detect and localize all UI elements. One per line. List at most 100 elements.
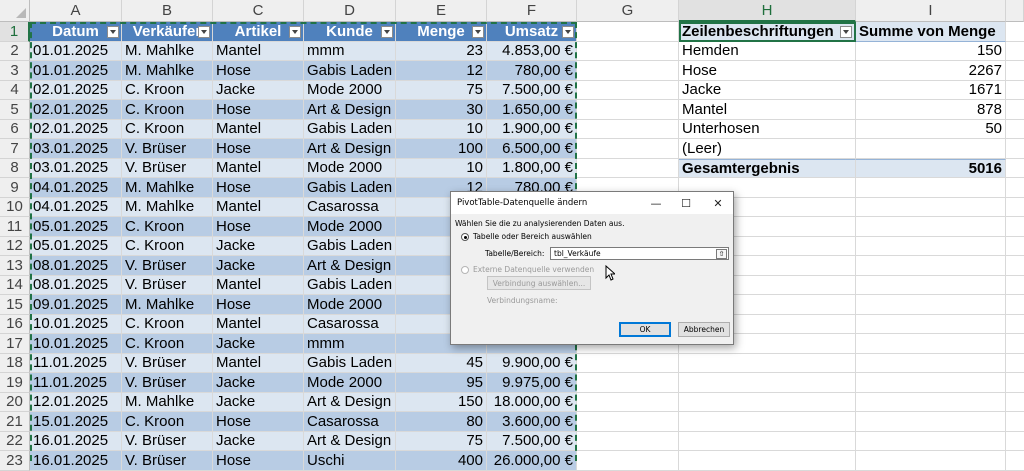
column-header-i[interactable]: I	[856, 0, 1006, 22]
table-cell[interactable]: 3.600,00 €	[487, 412, 577, 432]
pivot-row-value[interactable]: 2267	[856, 61, 1006, 81]
column-header-b[interactable]: B	[122, 0, 213, 22]
table-cell[interactable]: 08.01.2025	[30, 256, 122, 276]
table-cell[interactable]: Jacke	[213, 256, 304, 276]
table-cell[interactable]: C. Kroon	[122, 334, 213, 354]
table-cell[interactable]: V. Brüser	[122, 256, 213, 276]
table-cell[interactable]: Jacke	[213, 373, 304, 393]
table-cell[interactable]: mmm	[304, 41, 396, 61]
table-cell[interactable]: Mantel	[213, 197, 304, 217]
row-header[interactable]: 22	[0, 431, 30, 451]
collapse-dialog-icon[interactable]: ⇧	[716, 249, 727, 259]
pivot-row-value[interactable]: 878	[856, 100, 1006, 120]
column-header-a[interactable]: A	[30, 0, 122, 22]
table-cell[interactable]: M. Mahlke	[122, 61, 213, 81]
cancel-button[interactable]: Abbrechen	[678, 322, 730, 337]
table-cell[interactable]: C. Kroon	[122, 236, 213, 256]
table-cell[interactable]: V. Brüser	[122, 275, 213, 295]
empty-cell[interactable]	[1006, 139, 1024, 159]
table-cell[interactable]: 100	[396, 139, 487, 159]
table-cell[interactable]: Gabis Laden	[304, 178, 396, 198]
pivot-row-label[interactable]: Jacke	[679, 80, 856, 100]
row-header[interactable]: 16	[0, 314, 30, 334]
close-button[interactable]: ✕	[703, 192, 733, 214]
empty-cell[interactable]	[856, 236, 1006, 256]
table-cell[interactable]: 01.01.2025	[30, 61, 122, 81]
empty-cell[interactable]	[1006, 100, 1024, 120]
empty-cell[interactable]	[856, 178, 1006, 198]
option-table-label[interactable]: Tabelle oder Bereich auswählen	[473, 232, 592, 241]
table-cell[interactable]: Art & Design	[304, 392, 396, 412]
table-cell[interactable]: C. Kroon	[122, 314, 213, 334]
table-cell[interactable]: Hose	[213, 61, 304, 81]
table-cell[interactable]: Mode 2000	[304, 217, 396, 237]
row-header[interactable]: 13	[0, 256, 30, 276]
table-header-cell[interactable]: Datum	[30, 22, 122, 42]
table-cell[interactable]: Hose	[213, 178, 304, 198]
empty-cell[interactable]	[1006, 432, 1024, 451]
pivot-row-label[interactable]: Hose	[679, 61, 856, 81]
table-cell[interactable]: 4.853,00 €	[487, 41, 577, 61]
table-cell[interactable]: 23	[396, 41, 487, 61]
column-header-f[interactable]: F	[487, 0, 577, 22]
table-cell[interactable]: Mantel	[213, 41, 304, 61]
pivot-row-value[interactable]	[856, 139, 1006, 159]
table-cell[interactable]: 03.01.2025	[30, 139, 122, 159]
table-cell[interactable]: Hose	[213, 217, 304, 237]
table-cell[interactable]: M. Mahlke	[122, 41, 213, 61]
empty-cell[interactable]	[577, 80, 679, 100]
table-header-cell[interactable]: Menge	[396, 22, 487, 42]
table-header-cell[interactable]: Kunde	[304, 22, 396, 42]
table-cell[interactable]: Mantel	[213, 158, 304, 178]
ok-button[interactable]: OK	[619, 322, 671, 337]
row-header[interactable]: 6	[0, 119, 30, 139]
empty-cell[interactable]	[856, 197, 1006, 217]
row-header[interactable]: 4	[0, 80, 30, 100]
table-cell[interactable]: Art & Design	[304, 100, 396, 120]
filter-dropdown-icon[interactable]	[198, 26, 210, 38]
maximize-button[interactable]: ☐	[671, 192, 701, 214]
table-cell[interactable]: 02.01.2025	[30, 119, 122, 139]
row-header[interactable]: 3	[0, 61, 30, 81]
row-header[interactable]: 20	[0, 392, 30, 412]
empty-cell[interactable]	[856, 275, 1006, 295]
table-cell[interactable]: 16.01.2025	[30, 431, 122, 451]
table-cell[interactable]: 7.500,00 €	[487, 80, 577, 100]
table-cell[interactable]: mmm	[304, 334, 396, 354]
empty-cell[interactable]	[856, 353, 1006, 373]
pivot-row-header[interactable]: Zeilenbeschriftungen	[679, 22, 856, 42]
table-cell[interactable]: 10.01.2025	[30, 334, 122, 354]
table-cell[interactable]: C. Kroon	[122, 80, 213, 100]
table-cell[interactable]: 6.500,00 €	[487, 139, 577, 159]
empty-cell[interactable]	[1006, 354, 1024, 373]
pivot-row-label[interactable]: (Leer)	[679, 139, 856, 159]
table-cell[interactable]: 04.01.2025	[30, 197, 122, 217]
row-header[interactable]: 21	[0, 412, 30, 432]
table-cell[interactable]: Gabis Laden	[304, 119, 396, 139]
table-cell[interactable]: Art & Design	[304, 431, 396, 451]
empty-cell[interactable]	[1006, 393, 1024, 412]
table-cell[interactable]: 10	[396, 158, 487, 178]
empty-cell[interactable]	[1006, 42, 1024, 61]
table-cell[interactable]: 09.01.2025	[30, 295, 122, 315]
empty-cell[interactable]	[856, 314, 1006, 334]
table-cell[interactable]: 9.900,00 €	[487, 353, 577, 373]
table-cell[interactable]: V. Brüser	[122, 431, 213, 451]
empty-cell[interactable]	[856, 431, 1006, 451]
pivot-row-label[interactable]: Unterhosen	[679, 119, 856, 139]
empty-cell[interactable]	[679, 431, 856, 451]
table-cell[interactable]: 02.01.2025	[30, 80, 122, 100]
row-header[interactable]: 1	[0, 22, 30, 42]
filter-dropdown-icon[interactable]	[107, 26, 119, 38]
table-cell[interactable]: 12	[396, 61, 487, 81]
table-cell[interactable]: 75	[396, 80, 487, 100]
table-cell[interactable]: 10.01.2025	[30, 314, 122, 334]
table-cell[interactable]: Gabis Laden	[304, 61, 396, 81]
table-cell[interactable]: 1.900,00 €	[487, 119, 577, 139]
table-cell[interactable]: Casarossa	[304, 314, 396, 334]
column-header-e[interactable]: E	[396, 0, 487, 22]
empty-cell[interactable]	[679, 353, 856, 373]
column-header-g[interactable]: G	[577, 0, 679, 22]
table-cell[interactable]: Jacke	[213, 334, 304, 354]
column-header-h[interactable]: H	[679, 0, 856, 22]
